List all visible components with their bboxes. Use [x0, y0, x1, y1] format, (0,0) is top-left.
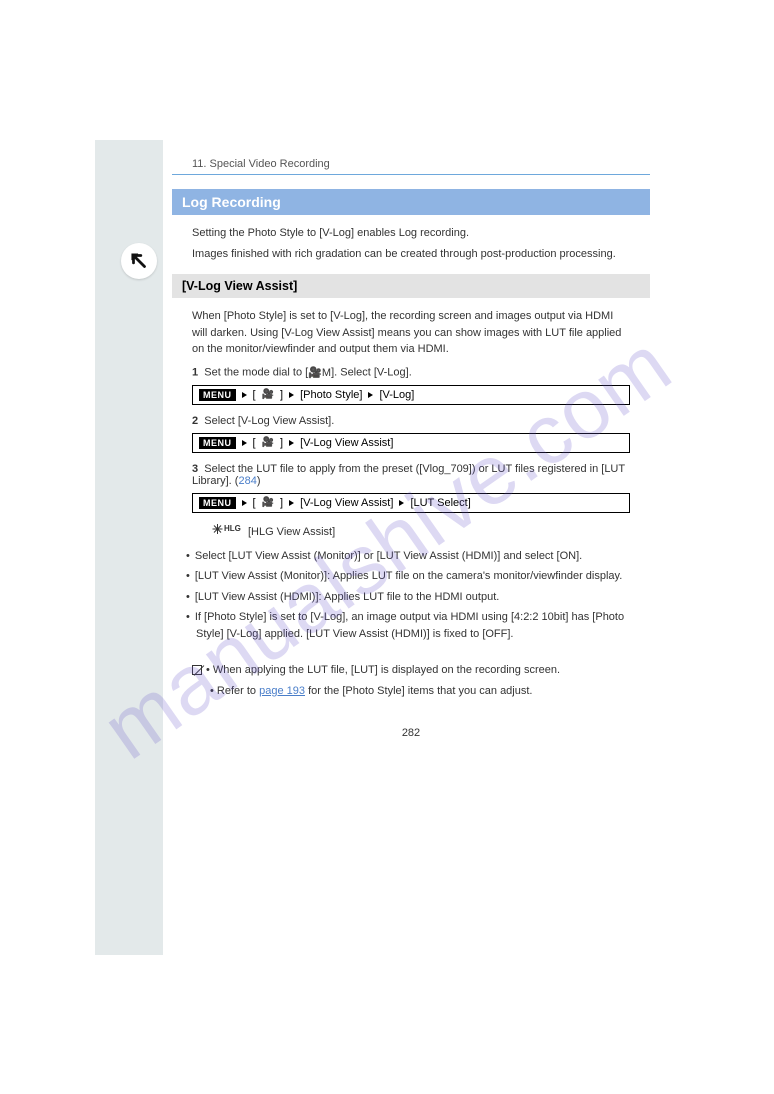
note-2-text-b: for the [Photo Style] items that you can…	[308, 685, 532, 697]
arrow-icon	[242, 500, 247, 506]
menu3-seg2: [V-Log View Assist]	[300, 497, 393, 509]
hlg-label: [HLG View Assist]	[248, 526, 335, 538]
step-1: 1 Set the mode dial to [🎥M]. Select [V-L…	[172, 366, 650, 379]
bullet-4: If [Photo Style] is set to [V-Log], an i…	[172, 609, 650, 642]
step-1-text-a: Set the mode dial to [	[204, 366, 308, 378]
step-2-text: Select [V-Log View Assist].	[204, 415, 334, 427]
menu-path-3: MENU [ 🎥] [V-Log View Assist] [LUT Select…	[192, 493, 630, 513]
step-1-text-b: ]. Select [V-Log].	[331, 366, 412, 378]
note-2-text-a: Refer to	[217, 685, 256, 697]
bullet-1: Select [LUT View Assist (Monitor)] or [L…	[172, 548, 650, 565]
menu-path-2: MENU [ 🎥] [V-Log View Assist]	[192, 433, 630, 453]
menu3-seg0: [	[253, 497, 256, 509]
menu-badge-icon: MENU	[199, 437, 236, 449]
menu2-seg2: [V-Log View Assist]	[300, 437, 393, 449]
hlg-burst-icon: HLG	[212, 523, 241, 535]
menu-badge-icon: MENU	[199, 389, 236, 401]
sub-p1: When [Photo Style] is set to [V-Log], th…	[172, 308, 650, 358]
divider	[172, 174, 650, 175]
hlg-row: HLG [HLG View Assist]	[172, 523, 650, 538]
menu1-seg3: [V-Log]	[379, 389, 414, 401]
note-2: • Refer to page 193 for the [Photo Style…	[172, 683, 650, 700]
page-link-284[interactable]: 284	[238, 475, 256, 487]
arrow-icon	[242, 392, 247, 398]
menu1-seg1: ]	[280, 389, 283, 401]
note-1-text: When applying the LUT file, [LUT] is dis…	[213, 664, 560, 676]
menu3-seg3: [LUT Select]	[410, 497, 470, 509]
video-icon: 🎥	[262, 497, 274, 508]
section-title: Log Recording	[172, 189, 650, 215]
page-link-193[interactable]: page 193	[259, 685, 305, 697]
page-number: 282	[172, 727, 650, 739]
bullet-2: [LUT View Assist (Monitor)]: Applies LUT…	[172, 568, 650, 585]
arrow-icon	[242, 440, 247, 446]
menu1-seg0: [	[253, 389, 256, 401]
menu3-seg1: ]	[280, 497, 283, 509]
arrow-icon	[399, 500, 404, 506]
arrow-icon	[289, 500, 294, 506]
page-content: 11. Special Video Recording Log Recordin…	[172, 140, 650, 739]
video-icon: 🎥	[262, 389, 274, 400]
step-3: 3 Select the LUT file to apply from the …	[172, 463, 650, 487]
bullet-3: [LUT View Assist (HDMI)]: Applies LUT fi…	[172, 589, 650, 606]
intro-p2: Images finished with rich gradation can …	[172, 246, 650, 263]
arrow-icon	[368, 392, 373, 398]
arrow-icon	[289, 392, 294, 398]
movie-mode-m-icon: 🎥M	[308, 366, 331, 379]
arrow-icon	[289, 440, 294, 446]
menu-badge-icon: MENU	[199, 497, 236, 509]
menu1-seg2: [Photo Style]	[300, 389, 362, 401]
back-button[interactable]	[121, 243, 157, 279]
step-2: 2 Select [V-Log View Assist].	[172, 415, 650, 427]
back-arrow-icon	[128, 250, 150, 272]
menu-path-1: MENU [ 🎥] [Photo Style] [V-Log]	[192, 385, 630, 405]
breadcrumb: 11. Special Video Recording	[172, 158, 650, 170]
step-3-text-b: )	[257, 475, 261, 487]
sub-title: [V-Log View Assist]	[172, 274, 650, 298]
intro-p1: Setting the Photo Style to [V-Log] enabl…	[172, 225, 650, 242]
note-1: • When applying the LUT file, [LUT] is d…	[172, 662, 650, 679]
note-icon	[192, 665, 202, 675]
video-icon: 🎥	[262, 437, 274, 448]
menu2-seg0: [	[253, 437, 256, 449]
menu2-seg1: ]	[280, 437, 283, 449]
